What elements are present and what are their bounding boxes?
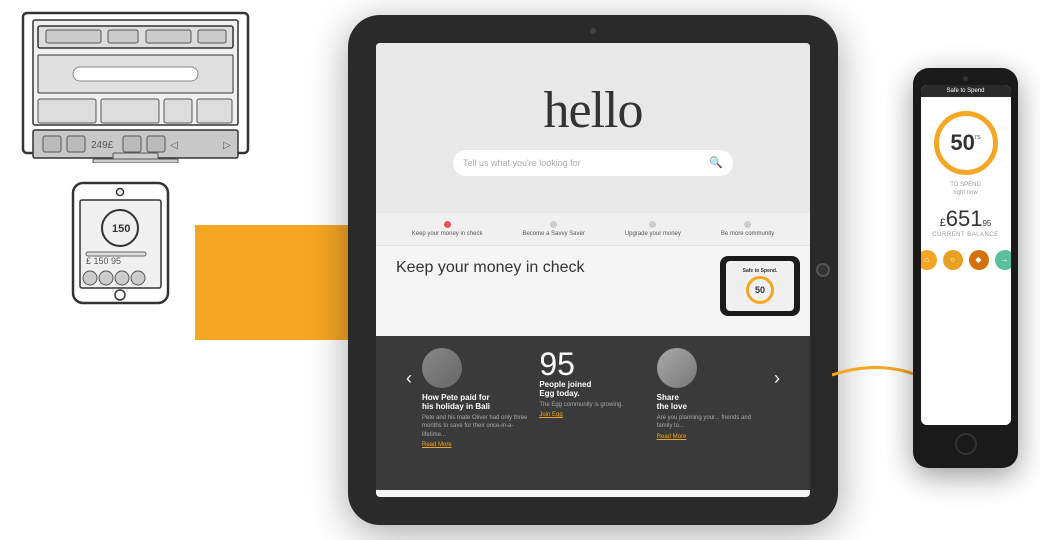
ipad-search-placeholder: Tell us what you're looking for [463,158,581,168]
stat-number: 95 [539,348,575,380]
iphone-icon-circle[interactable]: ○ [943,250,963,270]
ipad-camera [590,28,596,34]
iphone-body: Safe to Spend 50 rs TO SPENDright now £ … [913,68,1018,468]
svg-text:£ 150 95: £ 150 95 [86,256,121,266]
stat-link[interactable]: Join Egg [539,412,562,418]
iphone-circle-sup: rs [975,134,981,141]
stat-title: People joinedEgg today. [539,380,591,398]
nav-item-4[interactable]: Be more community [721,221,774,237]
carousel-prev-button[interactable]: ‹ [406,348,412,389]
search-icon[interactable]: 🔍 [709,156,723,169]
card-link-pete[interactable]: Read More [422,442,452,448]
sketch-desktop-wireframe: 249£ ◁ ▷ [18,8,258,163]
iphone-content: 50 rs TO SPENDright now £ 651 95 CURRENT… [921,97,1011,425]
ipad-search-bar[interactable]: Tell us what you're looking for 🔍 [453,150,733,176]
iphone-device: Safe to Spend 50 rs TO SPENDright now £ … [913,68,1018,468]
ipad-dark-section: ‹ How Pete paid forhis holiday in Bali P… [376,336,810,490]
stat-body: The Egg community is growing. [539,401,623,409]
iphone-balance-sup: 95 [982,219,991,228]
card-body-share: Are you planning your... friends and fam… [657,414,764,431]
nav-dot-1 [444,221,451,228]
dark-card-story: How Pete paid forhis holiday in Bali Pet… [422,348,529,448]
card-link-share[interactable]: Read More [657,434,687,440]
phone-preview-num: 50 [755,285,765,295]
iphone-status-bar: Safe to Spend [921,85,1011,97]
iphone-balance-row: £ 651 95 [940,208,992,230]
ipad-hero-section: hello Tell us what you're looking for 🔍 [376,43,810,213]
ipad-hello-text: hello [544,81,643,140]
iphone-icon-diamond[interactable]: ◆ [969,250,989,270]
svg-text:◁: ◁ [170,140,178,151]
phone-preview-title: Safe to Spend. [743,268,778,274]
ipad-phone-preview: Safe to Spend. 50 [720,256,800,316]
svg-text:249£: 249£ [91,140,114,151]
iphone-camera [963,76,968,81]
dark-card-share: Sharethe love Are you planning your... f… [657,348,764,440]
ipad-device: hello Tell us what you're looking for 🔍 … [348,15,838,525]
nav-dot-3 [649,221,656,228]
iphone-spend-label: TO SPENDright now [950,181,981,198]
iphone-icons-row: ⌂ ○ ◆ → [921,250,1011,270]
nav-item-1[interactable]: Keep your money in check [412,221,483,237]
ipad-nav-dots: Keep your money in check Become a Savvy … [376,213,810,246]
iphone-icon-arrow[interactable]: → [995,250,1011,270]
phone-preview-circle: 50 [746,276,774,304]
iphone-screen: Safe to Spend 50 rs TO SPENDright now £ … [921,85,1011,425]
card-body-pete: Pete and his mate Oliver had only three … [422,414,529,439]
card-title-share: Sharethe love [657,393,687,411]
svg-text:▷: ▷ [223,140,231,151]
ipad-middle-section: Keep your money in check Safe to Spend. … [376,246,810,336]
iphone-balance-number: 651 [946,208,983,230]
card-title-pete: How Pete paid forhis holiday in Bali [422,393,490,411]
nav-item-3[interactable]: Upgrade your money [625,221,681,237]
nav-label-1: Keep your money in check [412,231,483,237]
iphone-icon-home[interactable]: ⌂ [921,250,937,270]
ipad-body: hello Tell us what you're looking for 🔍 … [348,15,838,525]
avatar-pete [422,348,462,388]
nav-dot-2 [550,221,557,228]
sketch-mobile-wireframe: 150 £ 150 95 [68,178,178,308]
nav-label-3: Upgrade your money [625,231,681,237]
iphone-home-button[interactable] [955,433,977,455]
iphone-balance-label: CURRENT BALANCE [932,232,998,238]
carousel-next-button[interactable]: › [774,348,780,389]
nav-label-4: Be more community [721,231,774,237]
ipad-screen: hello Tell us what you're looking for 🔍 … [376,43,810,497]
ipad-home-button[interactable] [816,263,830,277]
dark-card-stat: 95 People joinedEgg today. The Egg commu… [539,348,646,418]
nav-item-2[interactable]: Become a Savvy Saver [522,221,584,237]
svg-text:150: 150 [112,223,130,235]
nav-label-2: Become a Savvy Saver [522,231,584,237]
avatar-share [657,348,697,388]
phone-connector-arrow [832,355,922,395]
iphone-spend-circle: 50 rs [934,111,998,175]
ipad-keep-money-heading: Keep your money in check [396,258,601,277]
nav-dot-4 [744,221,751,228]
iphone-big-number: 50 [950,132,974,154]
